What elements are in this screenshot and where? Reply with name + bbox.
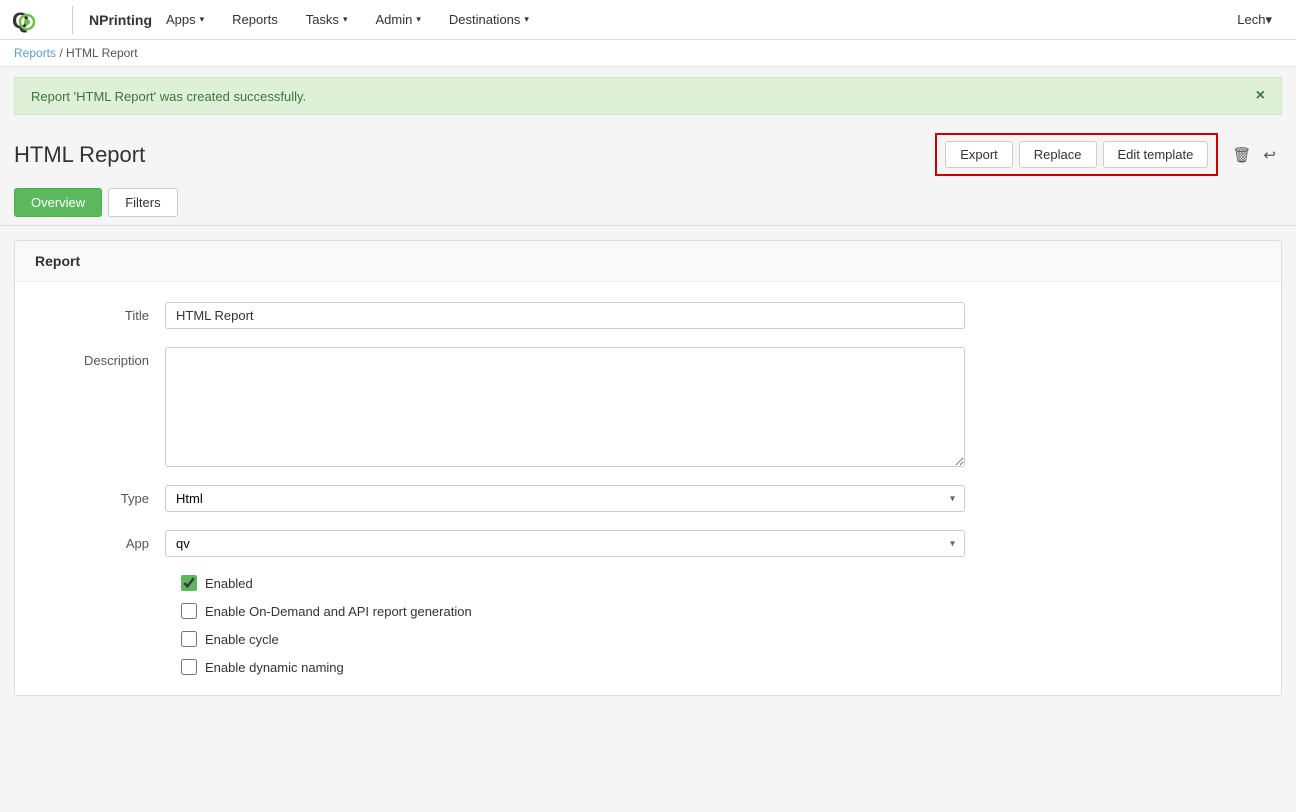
checkbox-on-demand: Enable On-Demand and API report generati… xyxy=(181,603,1251,619)
nav-items: Apps ▾ Reports Tasks ▾ Admin ▾ Destinati… xyxy=(152,0,1225,40)
checkbox-group: Enabled Enable On-Demand and API report … xyxy=(181,575,1251,675)
title-field-group: Title xyxy=(45,302,1251,329)
app-select[interactable]: qv xyxy=(165,530,965,557)
dynamic-naming-checkbox[interactable] xyxy=(181,659,197,675)
tab-filters[interactable]: Filters xyxy=(108,188,177,217)
breadcrumb-current: HTML Report xyxy=(66,46,138,60)
breadcrumb-parent[interactable]: Reports xyxy=(14,46,56,60)
chevron-down-icon: ▾ xyxy=(1265,12,1272,28)
type-field-group: Type Html ▾ xyxy=(45,485,1251,512)
nav-item-tasks[interactable]: Tasks ▾ xyxy=(292,0,362,40)
description-input[interactable] xyxy=(165,347,965,467)
type-label: Type xyxy=(45,485,165,506)
type-select[interactable]: Html xyxy=(165,485,965,512)
app-label: App xyxy=(45,530,165,551)
checkbox-cycle: Enable cycle xyxy=(181,631,1251,647)
alert-close-button[interactable]: × xyxy=(1256,88,1265,104)
qlik-logo: Q xyxy=(12,6,62,34)
logo-container: Q NPrinting xyxy=(12,6,152,34)
page-title: HTML Report xyxy=(14,142,935,168)
export-button[interactable]: Export xyxy=(945,141,1013,168)
delete-icon: 🗑 xyxy=(1232,147,1251,164)
checkbox-dynamic-naming: Enable dynamic naming xyxy=(181,659,1251,675)
form-area: Title Description Type Html ▾ App qv xyxy=(15,282,1281,695)
chevron-down-icon: ▾ xyxy=(343,14,348,25)
nav-item-apps[interactable]: Apps ▾ xyxy=(152,0,218,40)
on-demand-checkbox[interactable] xyxy=(181,603,197,619)
tabs: Overview Filters xyxy=(0,188,1296,226)
replace-button[interactable]: Replace xyxy=(1019,141,1097,168)
nav-item-destinations[interactable]: Destinations ▾ xyxy=(435,0,543,40)
title-input[interactable] xyxy=(165,302,965,329)
header-actions: Export Replace Edit template xyxy=(935,133,1218,176)
enabled-checkbox[interactable] xyxy=(181,575,197,591)
title-label: Title xyxy=(45,302,165,323)
enabled-label: Enabled xyxy=(205,576,253,591)
logo-divider xyxy=(72,6,73,34)
brand-name: NPrinting xyxy=(89,12,152,28)
type-select-wrapper: Html ▾ xyxy=(165,485,965,512)
app-select-wrapper: qv ▾ xyxy=(165,530,965,557)
chevron-down-icon: ▾ xyxy=(416,14,421,25)
undo-button[interactable]: ↩ xyxy=(1257,142,1282,168)
nav-item-reports[interactable]: Reports xyxy=(218,0,292,40)
chevron-down-icon: ▾ xyxy=(200,14,205,25)
navbar: Q NPrinting Apps ▾ Reports Tasks ▾ Admin… xyxy=(0,0,1296,40)
cycle-checkbox[interactable] xyxy=(181,631,197,647)
description-field-group: Description xyxy=(45,347,1251,467)
on-demand-label: Enable On-Demand and API report generati… xyxy=(205,604,472,619)
tab-overview[interactable]: Overview xyxy=(14,188,102,217)
content-panel: Report Title Description Type Html ▾ App xyxy=(14,240,1282,696)
dynamic-naming-label: Enable dynamic naming xyxy=(205,660,344,675)
alert-message: Report 'HTML Report' was created success… xyxy=(31,89,306,104)
section-title: Report xyxy=(15,241,1281,282)
breadcrumb: Reports / HTML Report xyxy=(0,40,1296,67)
cycle-label: Enable cycle xyxy=(205,632,279,647)
app-field-group: App qv ▾ xyxy=(45,530,1251,557)
description-label: Description xyxy=(45,347,165,368)
chevron-down-icon: ▾ xyxy=(524,14,529,25)
edit-template-button[interactable]: Edit template xyxy=(1103,141,1209,168)
checkbox-enabled: Enabled xyxy=(181,575,1251,591)
delete-button[interactable]: 🗑 xyxy=(1226,142,1257,168)
user-menu[interactable]: Lech ▾ xyxy=(1225,12,1284,28)
undo-icon: ↩ xyxy=(1263,147,1276,164)
success-alert: Report 'HTML Report' was created success… xyxy=(14,77,1282,115)
nav-item-admin[interactable]: Admin ▾ xyxy=(361,0,434,40)
page-header: HTML Report Export Replace Edit template… xyxy=(0,125,1296,188)
